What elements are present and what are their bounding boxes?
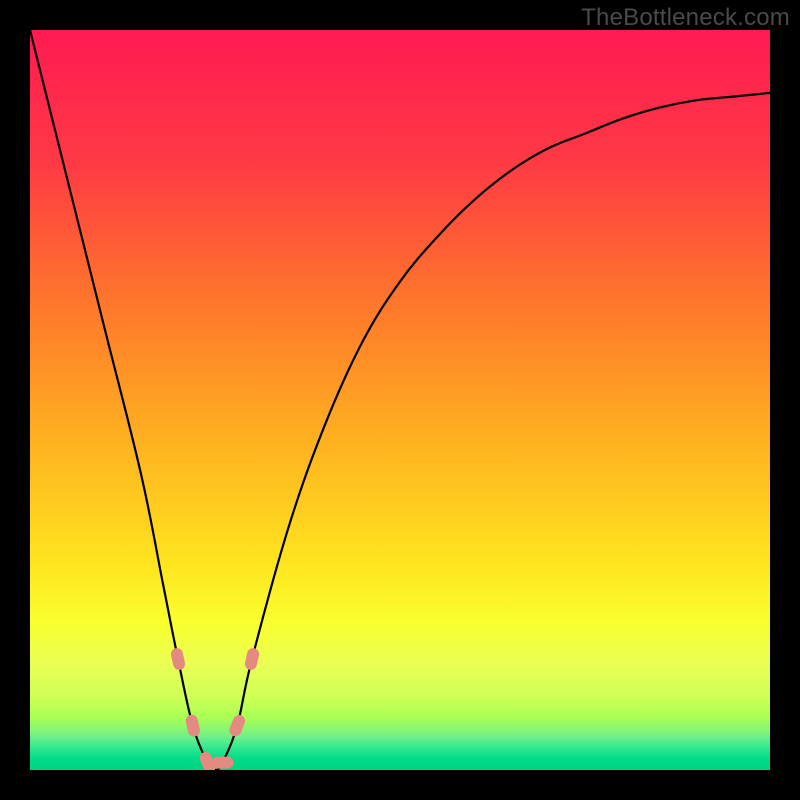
chart-frame: TheBottleneck.com [0, 0, 800, 800]
valley-marker [170, 647, 186, 671]
valley-marker [228, 713, 247, 738]
bottleneck-curve [30, 30, 770, 770]
watermark-text: TheBottleneck.com [581, 4, 790, 32]
valley-marker [244, 647, 260, 671]
valley-marker [211, 757, 233, 769]
valley-marker [185, 714, 201, 738]
plot-area [30, 30, 770, 770]
